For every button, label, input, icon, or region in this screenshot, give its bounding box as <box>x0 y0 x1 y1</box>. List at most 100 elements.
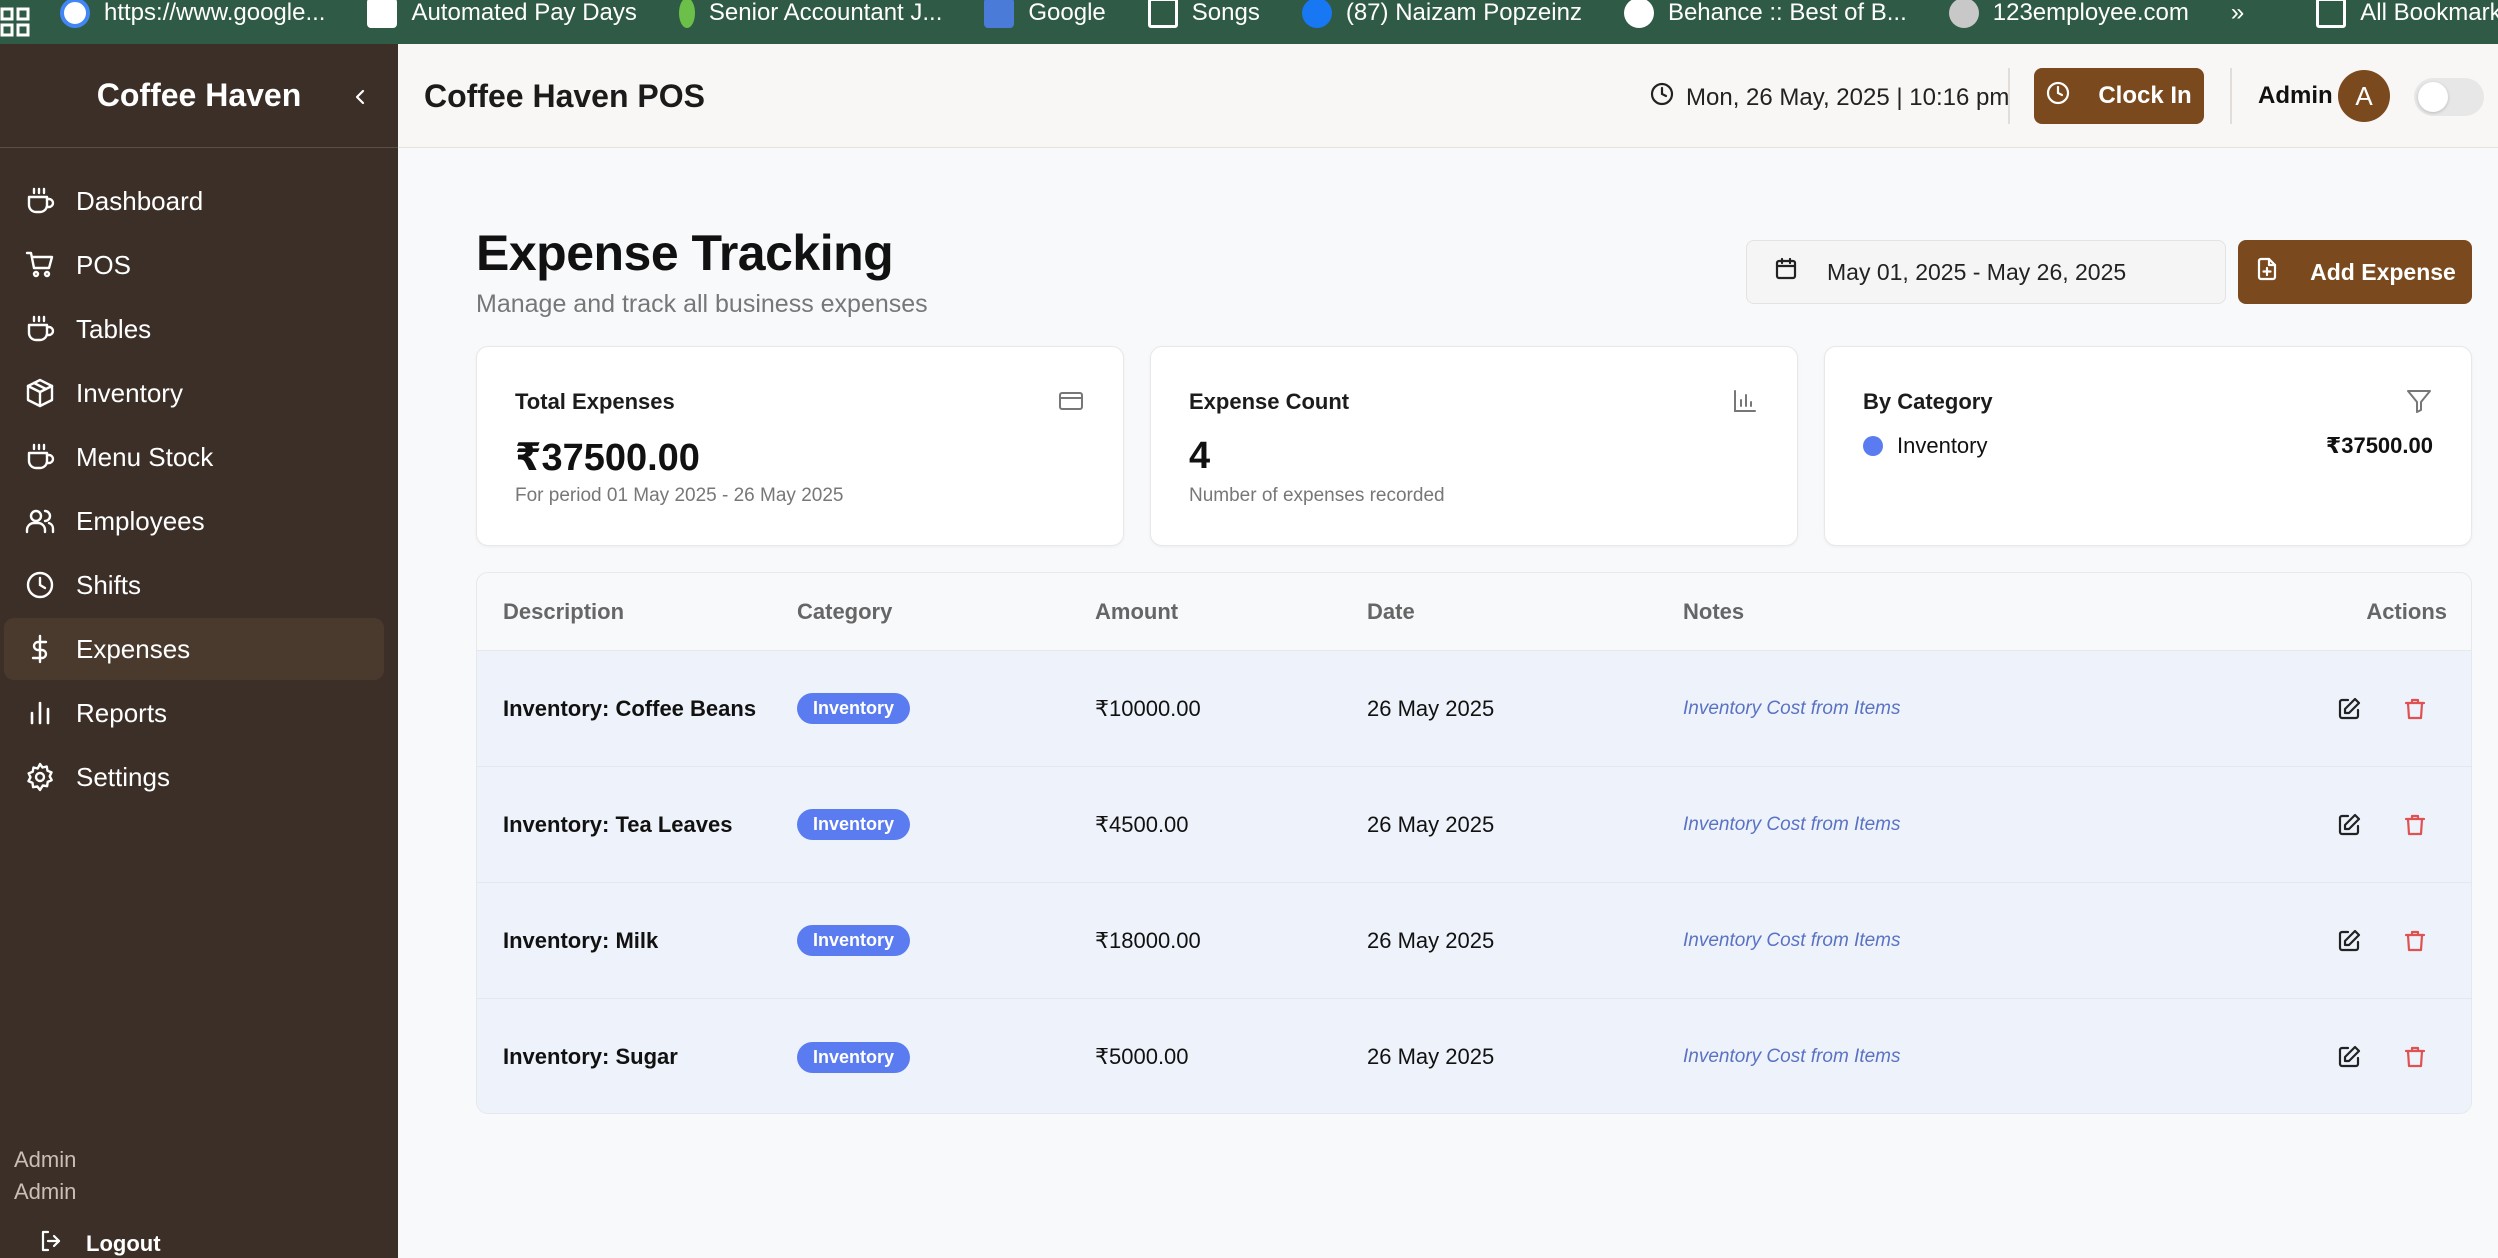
edit-icon[interactable] <box>2333 1041 2365 1073</box>
add-expense-button[interactable]: Add Expense <box>2238 240 2472 304</box>
edit-icon[interactable] <box>2333 809 2365 841</box>
admin-name: Admin <box>2258 82 2333 109</box>
bookmark-label: Google <box>1028 0 1106 26</box>
bookmark-senior-accountant[interactable]: Senior Accountant J... <box>678 0 942 28</box>
cell-amount: ₹5000.00 <box>1095 1044 1189 1069</box>
card-note: Number of expenses recorded <box>1189 485 1445 506</box>
sidebar-item-reports[interactable]: Reports <box>4 682 384 744</box>
cell-description: Inventory: Milk <box>503 927 659 953</box>
date-range-picker[interactable]: May 01, 2025 - May 26, 2025 <box>1746 240 2226 304</box>
logout-button[interactable]: Logout <box>38 1228 161 1258</box>
sidebar-brand: Coffee Haven <box>0 44 398 148</box>
leaf-icon <box>678 0 695 28</box>
table-header: Description Category Amount Date Notes A… <box>477 573 2471 651</box>
page-title: Expense Tracking <box>476 225 894 281</box>
credit-card-icon <box>1057 387 1085 415</box>
chevron-double-right-icon: » <box>2230 0 2245 26</box>
sidebar: Coffee Haven Dashboard POS Tables Invent… <box>0 44 398 1258</box>
by-category-card: By Category Inventory ₹37500.00 <box>1824 346 2472 546</box>
sidebar-user: Admin Admin <box>14 1144 76 1208</box>
trash-icon[interactable] <box>2399 693 2431 725</box>
current-datetime: Mon, 26 May, 2025 | 10:16 pm <box>1650 82 2009 113</box>
bookmark-label: (87) Naizam Popzeinz <box>1345 0 1582 26</box>
edit-icon[interactable] <box>2333 693 2365 725</box>
header-amount: Amount <box>1095 598 1179 624</box>
datetime-text: Mon, 26 May, 2025 | 10:16 pm <box>1686 83 2010 111</box>
chevron-left-icon[interactable] <box>346 82 376 112</box>
bookmark-label: https://www.google... <box>104 0 326 26</box>
card-value: ₹37500.00 <box>515 437 700 479</box>
bookmark-behance[interactable]: Behance :: Best of B... <box>1623 0 1907 28</box>
trash-icon[interactable] <box>2399 1041 2431 1073</box>
card-label: Expense Count <box>1189 389 1350 414</box>
row-actions <box>2243 809 2471 841</box>
bookmark-automated-pay-days[interactable]: Automated Pay Days <box>367 0 637 28</box>
row-actions <box>2243 925 2471 957</box>
sidebar-item-label: POS <box>76 249 131 280</box>
dollar-icon <box>20 629 60 669</box>
sidebar-item-inventory[interactable]: Inventory <box>4 362 384 424</box>
sidebar-item-employees[interactable]: Employees <box>4 490 384 552</box>
bookmark-label: All Bookmarks <box>2360 0 2498 26</box>
header-category: Category <box>797 598 893 624</box>
app-title: Coffee Haven POS <box>424 78 705 114</box>
cell-date: 26 May 2025 <box>1367 927 1495 953</box>
avatar[interactable]: A <box>2338 70 2390 122</box>
sidebar-item-label: Settings <box>76 761 170 792</box>
bookmark-google-url[interactable]: https://www.google... <box>60 0 325 28</box>
top-bar: Coffee Haven POS Mon, 26 May, 2025 | 10:… <box>398 44 2498 148</box>
header-description: Description <box>503 598 625 624</box>
theme-toggle[interactable] <box>2414 78 2484 116</box>
bar-chart-icon <box>20 693 60 733</box>
clock-in-button[interactable]: Clock In <box>2034 68 2204 124</box>
sidebar-item-label: Expenses <box>76 633 191 664</box>
bookmark-google[interactable]: Google <box>984 0 1106 28</box>
add-expense-label: Add Expense <box>2310 258 2456 285</box>
folder-icon <box>1147 0 1178 28</box>
filter-icon[interactable] <box>2405 387 2433 415</box>
category-badge: Inventory <box>797 693 911 724</box>
cell-date: 26 May 2025 <box>1367 1044 1495 1069</box>
logout-icon <box>38 1228 64 1258</box>
header-date: Date <box>1367 598 1415 624</box>
table-row: Inventory: Tea Leaves Inventory ₹4500.00… <box>477 767 2471 883</box>
topbar-divider <box>2008 68 2010 124</box>
sidebar-item-settings[interactable]: Settings <box>4 746 384 808</box>
logout-label: Logout <box>86 1231 161 1256</box>
trash-icon[interactable] <box>2399 809 2431 841</box>
bookmark-facebook[interactable]: (87) Naizam Popzeinz <box>1301 0 1582 28</box>
bookmark-songs[interactable]: Songs <box>1147 0 1260 28</box>
category-dot <box>1863 436 1883 456</box>
sidebar-item-label: Dashboard <box>76 185 204 216</box>
bookmark-label: Automated Pay Days <box>411 0 637 26</box>
sidebar-nav: Dashboard POS Tables Inventory Menu Stoc… <box>0 148 398 808</box>
brand-title: Coffee Haven <box>96 77 302 113</box>
cell-notes: Inventory Cost from Items <box>1683 1046 1901 1067</box>
coffee-cup-icon <box>20 309 60 349</box>
trash-icon[interactable] <box>2399 925 2431 957</box>
bookmarks-overflow-button[interactable]: » <box>2231 0 2244 27</box>
cell-category: Inventory <box>797 693 1095 724</box>
cell-category: Inventory <box>797 809 1095 840</box>
bookmark-123employee[interactable]: 123employee.com <box>1948 0 2189 28</box>
apps-grid-icon[interactable] <box>0 0 30 44</box>
toggle-knob <box>2418 82 2448 112</box>
sidebar-item-tables[interactable]: Tables <box>4 298 384 360</box>
sidebar-item-dashboard[interactable]: Dashboard <box>4 170 384 232</box>
sidebar-item-shifts[interactable]: Shifts <box>4 554 384 616</box>
facebook-icon <box>1301 0 1332 28</box>
bookmark-label: Songs <box>1191 0 1260 26</box>
row-actions <box>2243 693 2471 725</box>
row-actions <box>2243 1041 2471 1073</box>
cell-category: Inventory <box>797 925 1095 956</box>
sidebar-item-menu-stock[interactable]: Menu Stock <box>4 426 384 488</box>
edit-icon[interactable] <box>2333 925 2365 957</box>
card-label: By Category <box>1863 389 1993 414</box>
table-row: Inventory: Coffee Beans Inventory ₹10000… <box>477 651 2471 767</box>
all-bookmarks-button[interactable]: All Bookmarks <box>2316 0 2498 28</box>
coffee-cup-icon <box>20 437 60 477</box>
folder-icon <box>2316 0 2347 28</box>
sidebar-item-pos[interactable]: POS <box>4 234 384 296</box>
sidebar-item-expenses[interactable]: Expenses <box>4 618 384 680</box>
cell-date: 26 May 2025 <box>1367 695 1495 721</box>
